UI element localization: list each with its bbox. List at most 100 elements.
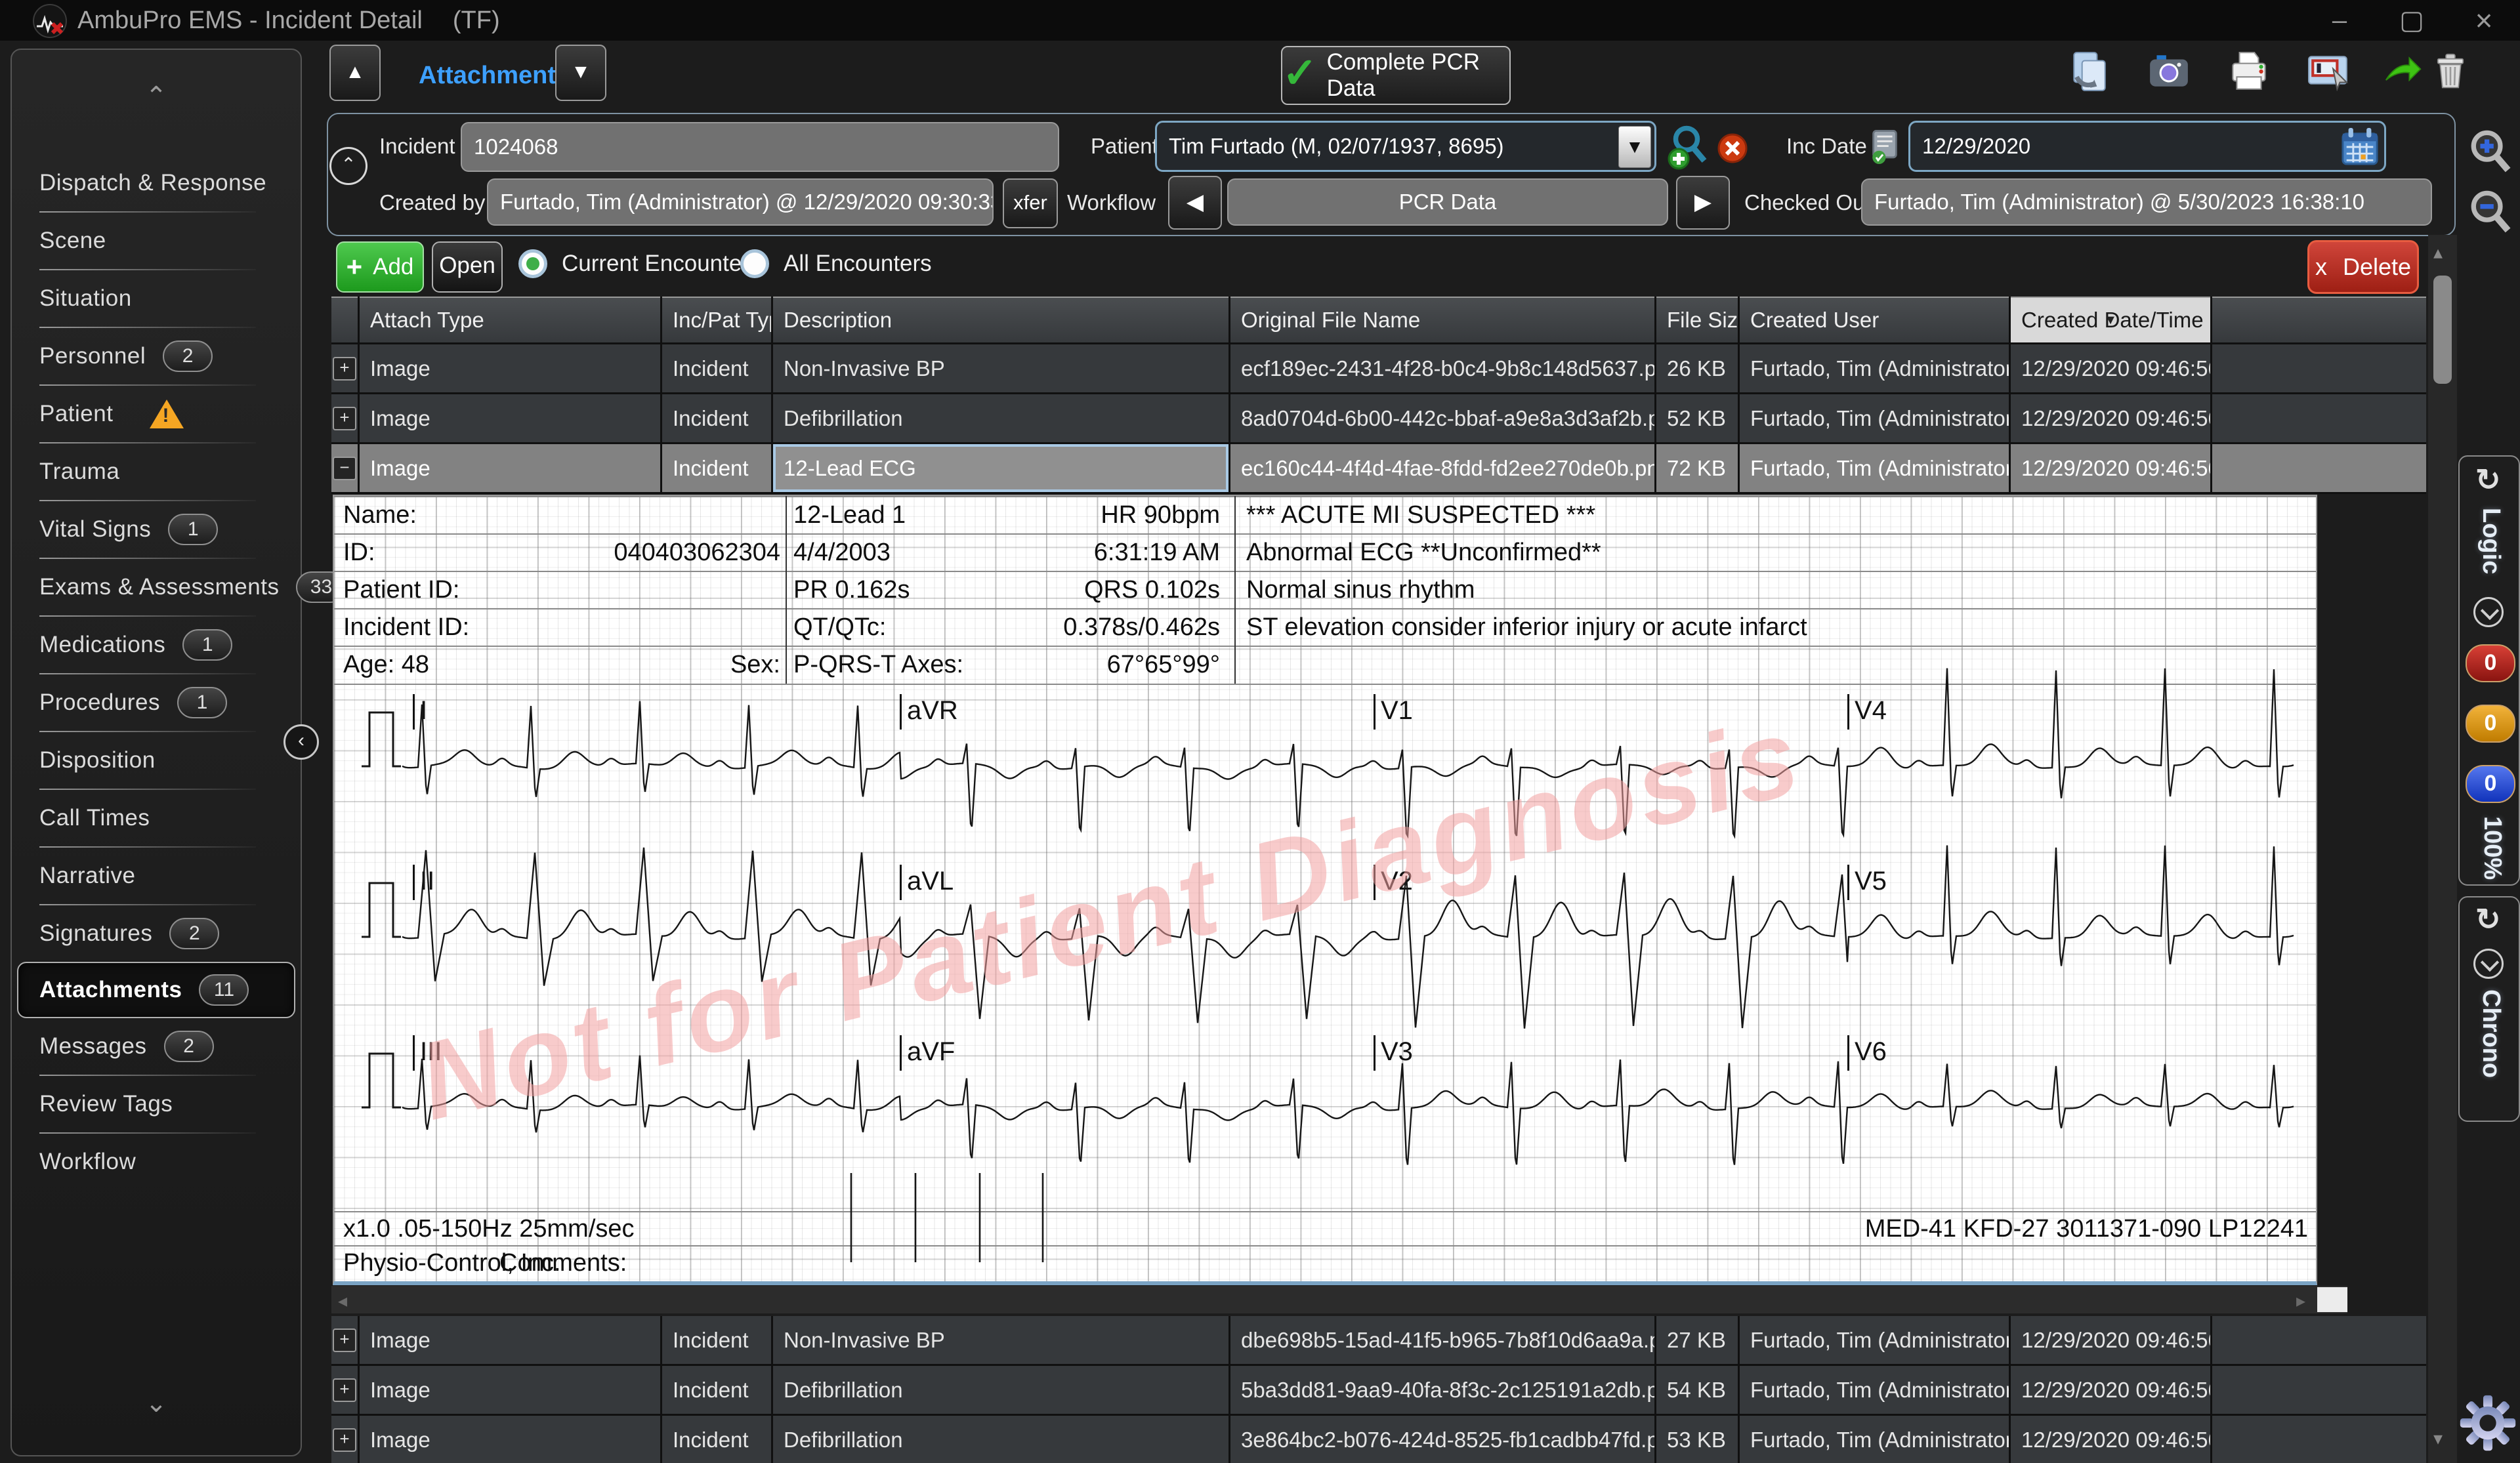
sidebar-item-situation[interactable]: Situation <box>12 270 301 327</box>
cell-description[interactable]: 12-Lead ECG <box>773 444 1228 492</box>
logic-expand-icon[interactable] <box>2473 597 2504 627</box>
table-row[interactable]: + Image Incident Non-Invasive BP ecf189e… <box>331 344 2426 392</box>
sidebar-item-signatures[interactable]: Signatures 2 <box>12 905 301 962</box>
cell-filler <box>2212 444 2426 492</box>
cell-description[interactable]: Defibrillation <box>773 394 1228 442</box>
table-row[interactable]: + Image Incident Defibrillation 8ad0704d… <box>331 394 2426 442</box>
sidebar-item-disposition[interactable]: Disposition <box>12 732 301 789</box>
xfer-button[interactable]: xfer <box>1003 178 1058 228</box>
cell-description[interactable]: Non-Invasive BP <box>773 344 1228 392</box>
copy-icon[interactable] <box>2067 50 2110 93</box>
row-expand-button[interactable]: + <box>331 344 358 392</box>
ecg-preview-image[interactable]: Name: 12-Lead 1 HR 90bpm *** ACUTE MI SU… <box>333 495 2317 1285</box>
column-header-attach-type[interactable]: Attach Type <box>360 297 660 342</box>
sidebar-collapse-button[interactable]: ‹ <box>284 724 319 760</box>
current-encounter-radio[interactable] <box>518 249 547 278</box>
horizontal-scroll-thumb[interactable] <box>2317 1287 2347 1312</box>
next-section-button[interactable]: ▼ <box>555 45 606 101</box>
cell-inc-pat-type: Incident <box>662 1416 771 1463</box>
scroll-right-icon[interactable]: ▸ <box>2296 1290 2305 1311</box>
patient-search-add-icon[interactable] <box>1667 123 1710 171</box>
forward-icon[interactable] <box>2384 50 2423 93</box>
sidebar-item-messages[interactable]: Messages 2 <box>12 1018 301 1075</box>
table-vertical-scrollbar[interactable]: ▴ ▾ <box>2428 235 2457 1463</box>
checked-out-label: Checked Out <box>1744 190 1871 215</box>
camera-icon[interactable] <box>2147 50 2191 93</box>
cell-description[interactable]: Defibrillation <box>773 1416 1228 1463</box>
trash-icon[interactable] <box>2432 50 2469 93</box>
ecg-horizontal-scrollbar[interactable]: ◂ ▸ <box>331 1286 2347 1313</box>
add-button[interactable]: + Add <box>336 241 424 293</box>
column-header-file-size[interactable]: File Size <box>1656 297 1738 342</box>
table-row[interactable]: + Image Incident Non-Invasive BP dbe698b… <box>331 1316 2426 1364</box>
sidebar-item-scene[interactable]: Scene <box>12 213 301 269</box>
scroll-left-icon[interactable]: ◂ <box>338 1290 347 1311</box>
complete-pcr-button[interactable]: ✓ Complete PCR Data <box>1281 46 1511 105</box>
maximize-button[interactable]: ▢ <box>2382 4 2441 37</box>
chevron-down-icon[interactable]: ▼ <box>1618 126 1651 168</box>
sidebar-item-personnel[interactable]: Personnel 2 <box>12 328 301 384</box>
sidebar-item-review-tags[interactable]: Review Tags <box>12 1076 301 1132</box>
sidebar-item-medications[interactable]: Medications 1 <box>12 617 301 673</box>
sidebar-item-exams-assessments[interactable]: Exams & Assessments 33 <box>12 559 346 615</box>
scroll-up-icon[interactable]: ▴ <box>2433 241 2443 263</box>
logic-refresh-icon[interactable]: ↻ <box>2475 462 2501 497</box>
row-expand-button[interactable]: + <box>331 394 358 442</box>
row-expand-button[interactable]: + <box>331 1416 358 1463</box>
patient-select[interactable]: Tim Furtado (M, 02/07/1937, 8695) ▼ <box>1155 121 1656 172</box>
sidebar-item-attachments[interactable]: Attachments 11 <box>17 962 295 1018</box>
patient-clear-icon[interactable] <box>1717 133 1748 164</box>
sidebar-item-call-times[interactable]: Call Times <box>12 790 301 846</box>
zoom-in-icon[interactable] <box>2469 129 2511 173</box>
cell-description[interactable]: Defibrillation <box>773 1366 1228 1414</box>
sidebar-item-vital-signs[interactable]: Vital Signs 1 <box>12 501 301 558</box>
table-row[interactable]: − Image Incident 12-Lead ECG ec160c44-4f… <box>331 444 2426 492</box>
row-expand-button[interactable]: + <box>331 1316 358 1364</box>
calendar-icon[interactable] <box>2341 128 2379 166</box>
close-button[interactable]: × <box>2454 4 2513 37</box>
incident-number-field[interactable]: 1024068 <box>461 122 1059 172</box>
all-encounters-radio[interactable] <box>740 249 769 278</box>
settings-gear-icon[interactable] <box>2458 1393 2517 1453</box>
column-header-inc-pat-type[interactable]: Inc/Pat Type <box>662 297 771 342</box>
logic-counter-badge[interactable]: 0 <box>2466 705 2515 743</box>
vertical-scroll-thumb[interactable] <box>2433 276 2452 384</box>
workflow-prev-button[interactable]: ◀ <box>1168 176 1222 230</box>
sidebar-scroll-up-icon[interactable]: ⌃ <box>12 81 301 112</box>
chrono-refresh-icon[interactable]: ↻ <box>2475 901 2501 937</box>
delete-button[interactable]: x Delete <box>2307 240 2419 294</box>
print-icon[interactable] <box>2227 50 2271 93</box>
sidebar-item-trauma[interactable]: Trauma <box>12 443 301 500</box>
workflow-next-button[interactable]: ▶ <box>1676 176 1730 230</box>
zoom-out-icon[interactable] <box>2469 189 2511 234</box>
sidebar-item-dispatch-response[interactable]: Dispatch & Response <box>12 155 301 211</box>
date-note-icon[interactable] <box>1868 129 1902 165</box>
inc-date-field[interactable]: 12/29/2020 <box>1908 121 2386 172</box>
column-header-original-file-name[interactable]: Original File Name <box>1230 297 1654 342</box>
logic-counter-badge[interactable]: 0 <box>2466 765 2515 803</box>
row-expand-button[interactable]: + <box>331 1366 358 1414</box>
sidebar-scroll-down-icon[interactable]: ⌄ <box>12 1388 301 1418</box>
sidebar-item-patient[interactable]: Patient <box>12 386 301 442</box>
sidebar-item-narrative[interactable]: Narrative <box>12 848 301 904</box>
column-header-created-date-time[interactable]: Created Date/Time <box>2011 297 2210 342</box>
open-button[interactable]: Open <box>432 241 503 293</box>
column-header-description[interactable]: Description <box>773 297 1228 342</box>
table-row[interactable]: + Image Incident Defibrillation 5ba3dd81… <box>331 1366 2426 1414</box>
sidebar-item-procedures[interactable]: Procedures 1 <box>12 674 301 731</box>
table-row[interactable]: + Image Incident Defibrillation 3e864bc2… <box>331 1416 2426 1463</box>
attachments-table: Attach TypeInc/Pat TypeDescriptionOrigin… <box>331 297 2426 494</box>
logic-counter-badge[interactable]: 0 <box>2466 644 2515 682</box>
sidebar-item-workflow[interactable]: Workflow <box>12 1134 301 1190</box>
chrono-expand-icon[interactable] <box>2473 949 2504 979</box>
cell-description[interactable]: Non-Invasive BP <box>773 1316 1228 1364</box>
minimize-button[interactable]: – <box>2310 4 2369 37</box>
column-header-created-user[interactable]: Created User <box>1740 297 2009 342</box>
prev-section-button[interactable]: ▲ <box>329 45 381 101</box>
collapse-header-button[interactable]: ⌃ <box>329 147 368 185</box>
row-expand-button[interactable]: − <box>331 444 358 492</box>
field-capture-icon[interactable] <box>2307 50 2351 93</box>
cell-created-user: Furtado, Tim (Administrator) <box>1740 344 2009 392</box>
logic-panel-label: Logic <box>2477 508 2505 575</box>
scroll-down-icon[interactable]: ▾ <box>2433 1428 2443 1449</box>
